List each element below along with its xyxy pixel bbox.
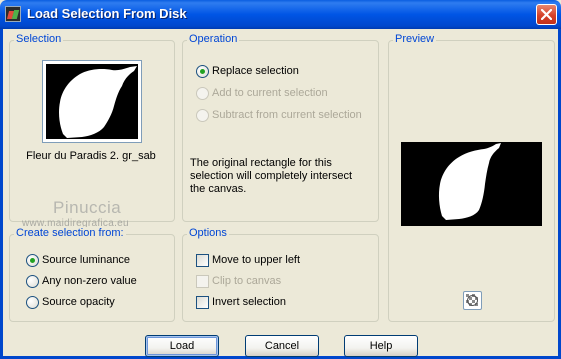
source-luminance-radio[interactable] [26, 254, 39, 267]
preview-group-label: Preview [393, 33, 437, 45]
move-to-upper-left-checkbox[interactable] [196, 254, 209, 267]
selection-thumbnail[interactable] [42, 60, 142, 143]
cancel-button[interactable]: Cancel [245, 335, 319, 357]
add-to-selection-radio [196, 87, 209, 100]
operation-info-text: The original rectangle for this selectio… [190, 157, 353, 195]
load-button[interactable]: Load [145, 335, 219, 357]
replace-selection-radio[interactable] [196, 65, 209, 78]
create-selection-from-label: Create selection from: [14, 227, 126, 239]
invert-selection-checkbox[interactable] [196, 296, 209, 309]
any-non-zero-value-radio[interactable] [26, 275, 39, 288]
invert-selection-label[interactable]: Invert selection [212, 296, 286, 308]
any-non-zero-value-label[interactable]: Any non-zero value [42, 275, 137, 287]
watermark-name: Pinuccia [53, 198, 122, 217]
source-opacity-label[interactable]: Source opacity [42, 296, 115, 308]
operation-group-label: Operation [187, 33, 240, 45]
options-group-label: Options [187, 227, 229, 239]
selection-group-label: Selection [14, 33, 64, 45]
replace-selection-label[interactable]: Replace selection [212, 65, 299, 77]
close-button[interactable] [536, 4, 557, 25]
add-to-selection-label: Add to current selection [212, 87, 328, 99]
paint-shop-pro-icon [5, 6, 21, 22]
subtract-from-selection-label: Subtract from current selection [212, 109, 362, 121]
clip-to-canvas-checkbox [196, 275, 209, 288]
preview-image [401, 142, 542, 226]
selection-shape-image [46, 64, 138, 139]
checkerboard-icon [466, 294, 479, 307]
title-bar[interactable]: Load Selection From Disk [0, 0, 561, 29]
source-luminance-label[interactable]: Source luminance [42, 254, 130, 266]
subtract-from-selection-radio [196, 109, 209, 122]
source-opacity-radio[interactable] [26, 296, 39, 309]
close-icon [541, 9, 552, 20]
selection-file-name: Fleur du Paradis 2. gr_sab [26, 150, 156, 162]
preview-background-toggle-button[interactable] [463, 291, 482, 310]
window-title: Load Selection From Disk [27, 6, 187, 21]
help-button[interactable]: Help [344, 335, 418, 357]
clip-to-canvas-label: Clip to canvas [212, 275, 282, 287]
move-to-upper-left-label[interactable]: Move to upper left [212, 254, 300, 266]
